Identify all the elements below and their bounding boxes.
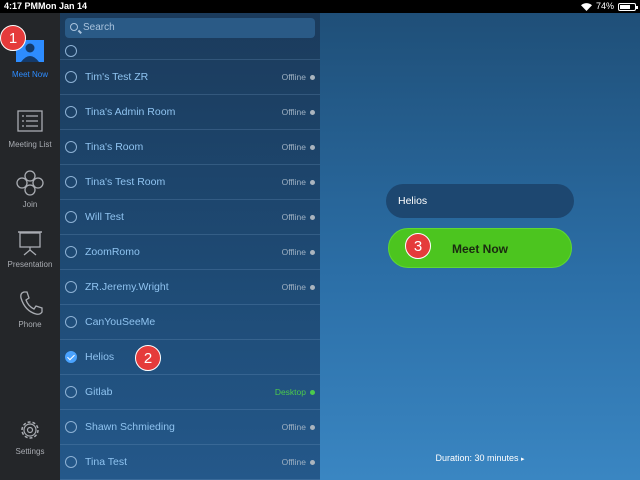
- room-name: Tina Test: [85, 456, 128, 468]
- room-status: Offline: [281, 142, 306, 152]
- rail-item-meeting-list[interactable]: Meeting List: [0, 110, 60, 166]
- meet-now-area: Helios Meet Now Duration: 30 minutes ▸: [320, 13, 640, 480]
- rail-item-phone[interactable]: Phone: [0, 290, 60, 346]
- room-name: Will Test: [85, 211, 124, 223]
- annotation-badge-2: 2: [135, 345, 161, 371]
- room-status: Offline: [281, 457, 306, 467]
- list-item[interactable]: ZR.Jeremy.Wright Offline: [60, 270, 320, 305]
- rail-label: Presentation: [7, 260, 53, 269]
- status-dot-icon: [310, 425, 315, 430]
- status-dot-icon: [310, 75, 315, 80]
- status-right: 74%: [580, 0, 638, 13]
- battery-level: [620, 4, 631, 9]
- status-dot-icon: [310, 145, 315, 150]
- radio-icon[interactable]: [65, 456, 77, 468]
- room-name: CanYouSeeMe: [85, 316, 156, 328]
- rail-label: Meeting List: [8, 140, 52, 149]
- status-date: Mon Jan 14: [38, 1, 88, 11]
- list-item[interactable]: Tina Test Offline: [60, 445, 320, 480]
- room-status: Offline: [281, 422, 306, 432]
- room-name: Tina's Room: [85, 141, 144, 153]
- list-item[interactable]: Helios: [60, 340, 320, 375]
- rail-item-settings[interactable]: Settings: [0, 417, 60, 473]
- rail-label: Phone: [18, 320, 42, 329]
- list-item[interactable]: ZoomRomo Offline: [60, 235, 320, 270]
- radio-icon[interactable]: [65, 106, 77, 118]
- duration-selector[interactable]: Duration: 30 minutes ▸: [320, 453, 640, 463]
- chevron-right-icon: ▸: [521, 456, 525, 463]
- join-icon: [16, 170, 44, 196]
- room-name: ZR.Jeremy.Wright: [85, 281, 169, 293]
- room-name: Tina's Test Room: [85, 176, 166, 188]
- rail-label: Join: [22, 200, 38, 209]
- list-item[interactable]: Will Test Offline: [60, 200, 320, 235]
- room-status: Desktop: [274, 387, 306, 397]
- radio-icon[interactable]: [65, 246, 77, 258]
- selected-room-field[interactable]: Helios: [386, 184, 574, 218]
- radio-icon[interactable]: [65, 386, 77, 398]
- room-status: Offline: [281, 72, 306, 82]
- rail-label: Settings: [15, 447, 45, 456]
- radio-icon[interactable]: [65, 141, 77, 153]
- radio-icon[interactable]: [65, 316, 77, 328]
- room-name: ZoomRomo: [85, 246, 140, 258]
- status-bar: 4:17 PM Mon Jan 14 74%: [0, 0, 640, 13]
- list-item[interactable]: Tim's Test ZR Offline: [60, 60, 320, 95]
- room-list-panel: Search Tim's Test ZR Offline Tina's Admin …: [60, 13, 320, 480]
- rail-item-presentation[interactable]: Presentation: [0, 230, 60, 286]
- checkmark-icon[interactable]: [65, 351, 77, 363]
- room-name: Helios: [85, 351, 115, 363]
- list-item[interactable]: Tina's Room Offline: [60, 130, 320, 165]
- rail-label: Meet Now: [11, 70, 48, 79]
- list-icon: [16, 110, 44, 136]
- gear-icon: [16, 417, 44, 443]
- annotation-badge-1: 1: [0, 25, 26, 51]
- status-dot-icon: [310, 250, 315, 255]
- list-item[interactable]: CanYouSeeMe: [60, 305, 320, 340]
- wifi-icon: [580, 2, 592, 11]
- radio-icon[interactable]: [65, 176, 77, 188]
- left-rail: Meet Now Meeting List Join Presentation …: [0, 13, 60, 480]
- list-item[interactable]: Tina's Test Room Offline: [60, 165, 320, 200]
- room-status: Offline: [281, 107, 306, 117]
- status-time: 4:17 PM: [4, 1, 39, 11]
- radio-icon[interactable]: [65, 211, 77, 223]
- list-item-partial: [60, 25, 320, 60]
- status-dot-icon: [310, 110, 315, 115]
- status-dot-icon: [310, 285, 315, 290]
- rail-item-join[interactable]: Join: [0, 170, 60, 226]
- room-name: Tim's Test ZR: [85, 71, 149, 83]
- radio-icon[interactable]: [65, 71, 77, 83]
- room-status: Offline: [281, 282, 306, 292]
- room-status: Offline: [281, 212, 306, 222]
- radio-icon[interactable]: [65, 421, 77, 433]
- status-dot-icon: [310, 180, 315, 185]
- annotation-badge-3: 3: [405, 233, 431, 259]
- radio-icon[interactable]: [65, 281, 77, 293]
- phone-icon: [16, 290, 44, 316]
- battery-percent: 74%: [595, 1, 614, 11]
- radio-icon: [65, 45, 77, 57]
- list-item[interactable]: Shawn Schmieding Offline: [60, 410, 320, 445]
- status-dot-icon: [310, 460, 315, 465]
- room-name: Shawn Schmieding: [85, 421, 175, 433]
- room-status: Offline: [281, 247, 306, 257]
- battery-icon: [618, 2, 638, 11]
- duration-label: Duration: 30 minutes: [435, 453, 519, 463]
- list-item[interactable]: Tina's Admin Room Offline: [60, 95, 320, 130]
- room-name: Tina's Admin Room: [85, 106, 176, 118]
- presentation-icon: [16, 230, 44, 256]
- list-item[interactable]: Gitlab Desktop: [60, 375, 320, 410]
- status-dot-icon: [310, 390, 315, 395]
- status-dot-icon: [310, 215, 315, 220]
- room-status: Offline: [281, 177, 306, 187]
- room-name: Gitlab: [85, 386, 113, 398]
